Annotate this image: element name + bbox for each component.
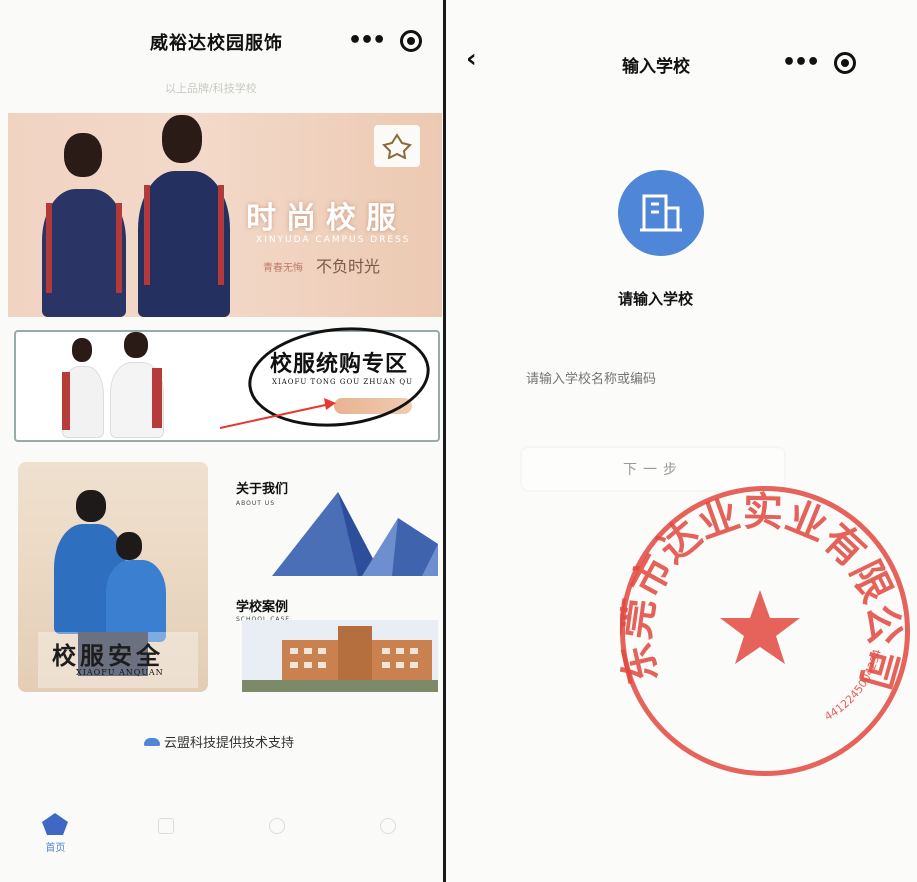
school-building-icon xyxy=(618,170,704,256)
company-seal: 东莞市达业实业有限公司 4412245004234 xyxy=(620,486,910,776)
close-miniapp-icon-right[interactable] xyxy=(834,52,857,74)
seal-company-text: 东莞市达业实业有限公司 xyxy=(620,488,908,695)
right-phone-screen: ‹ 输入学校 ••• 请输入学校 下一步 东莞市达业实业有限公司 4412 xyxy=(446,0,917,882)
back-chevron-icon[interactable]: ‹ xyxy=(466,46,477,72)
input-school-title: 输入学校 xyxy=(622,57,690,77)
school-name-input[interactable] xyxy=(524,366,828,392)
miniapp-capsule-right: ••• xyxy=(782,52,857,74)
svg-text:东莞市达业实业有限公司: 东莞市达业实业有限公司 xyxy=(620,488,908,695)
seal-star-icon xyxy=(720,590,800,664)
prompt-heading: 请输入学校 xyxy=(618,290,694,308)
more-icon-right[interactable]: ••• xyxy=(782,52,820,74)
next-button[interactable]: 下一步 xyxy=(522,448,784,490)
